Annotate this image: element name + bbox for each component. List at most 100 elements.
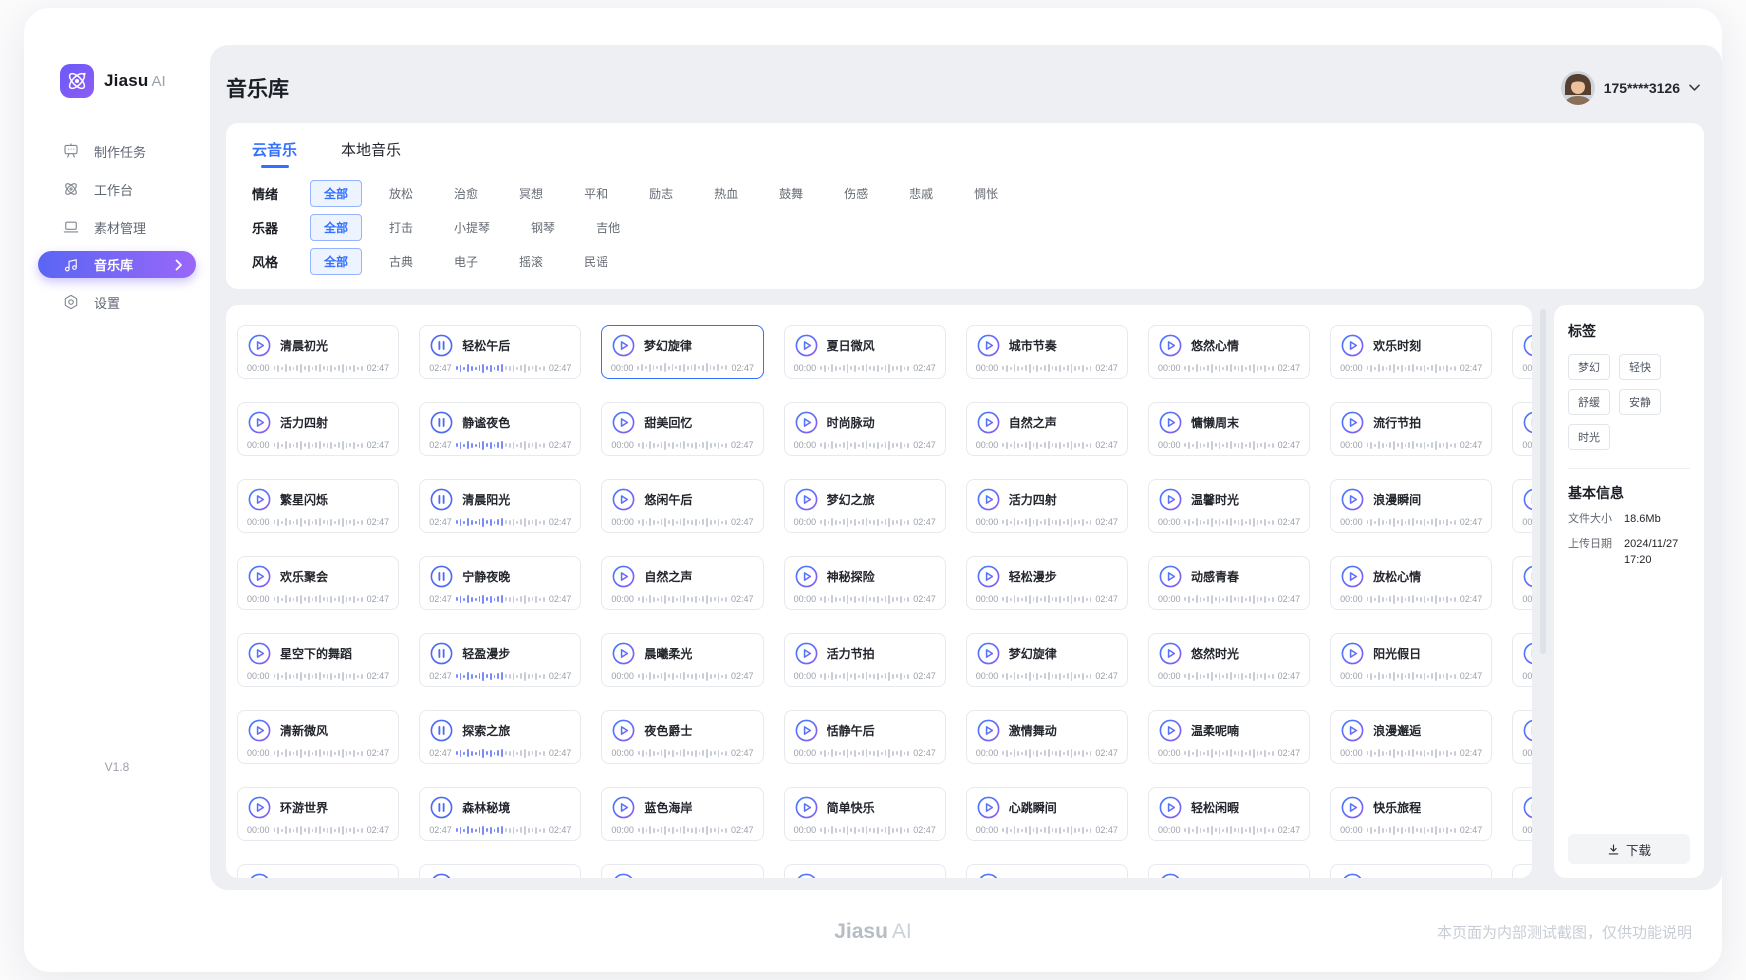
- music-card[interactable]: 森林秘境02:4702:47: [419, 787, 581, 841]
- waveform[interactable]: [637, 363, 727, 373]
- music-card[interactable]: 繁星闪烁00:0002:47: [1512, 633, 1532, 687]
- filter-option-热血[interactable]: 热血: [700, 180, 752, 207]
- waveform[interactable]: [1184, 363, 1273, 373]
- music-card[interactable]: 快乐旅程00:0002:47: [1330, 787, 1492, 841]
- waveform[interactable]: [638, 671, 727, 681]
- music-card[interactable]: 动感青春00:0002:47: [1148, 556, 1310, 610]
- waveform[interactable]: [456, 594, 545, 604]
- waveform[interactable]: [1184, 671, 1273, 681]
- play-button-icon[interactable]: [247, 641, 272, 666]
- waveform[interactable]: [1367, 363, 1456, 373]
- play-button-icon[interactable]: [1158, 641, 1183, 666]
- filter-option-悲戚[interactable]: 悲戚: [895, 180, 947, 207]
- waveform[interactable]: [1367, 825, 1456, 835]
- music-card[interactable]: 欢乐时刻00:0002:47: [1330, 864, 1492, 878]
- sidebar-item-设置[interactable]: 设置: [38, 283, 196, 321]
- waveform[interactable]: [456, 825, 545, 835]
- music-card[interactable]: 轻松漫步00:0002:47: [966, 556, 1128, 610]
- filter-option-钢琴[interactable]: 钢琴: [517, 214, 569, 241]
- play-button-icon[interactable]: [1158, 795, 1183, 820]
- waveform[interactable]: [820, 517, 909, 527]
- music-card[interactable]: 夏日微风00:0002:47: [784, 325, 946, 379]
- music-card[interactable]: 温柔呢喃00:0002:47: [1148, 710, 1310, 764]
- music-card[interactable]: 梦幻之旅00:0002:47: [784, 479, 946, 533]
- waveform[interactable]: [1002, 594, 1091, 604]
- waveform[interactable]: [274, 825, 363, 835]
- play-button-icon[interactable]: [1158, 718, 1183, 743]
- music-card[interactable]: 城市节奏00:0002:47: [966, 864, 1128, 878]
- play-button-icon[interactable]: [1340, 487, 1365, 512]
- pause-button-icon[interactable]: [429, 641, 454, 666]
- play-button-icon[interactable]: [247, 564, 272, 589]
- music-card[interactable]: 活力节拍00:0002:47: [784, 633, 946, 687]
- waveform[interactable]: [274, 748, 363, 758]
- music-card[interactable]: 恬静午后00:0002:47: [784, 710, 946, 764]
- play-button-icon[interactable]: [976, 718, 1001, 743]
- music-card[interactable]: 都市脉搏00:0002:47: [1512, 710, 1532, 764]
- waveform[interactable]: [820, 748, 909, 758]
- music-card[interactable]: 梦幻旋律00:0002:47: [966, 633, 1128, 687]
- music-card[interactable]: 悠闲午后00:0002:47: [601, 479, 763, 533]
- waveform[interactable]: [638, 748, 727, 758]
- play-button-icon[interactable]: [247, 718, 272, 743]
- play-button-icon[interactable]: [611, 872, 636, 878]
- filter-option-平和[interactable]: 平和: [570, 180, 622, 207]
- user-avatar[interactable]: [1561, 71, 1595, 105]
- play-button-icon[interactable]: [247, 487, 272, 512]
- music-card[interactable]: 晨曦柔光00:0002:47: [601, 633, 763, 687]
- waveform[interactable]: [1002, 517, 1091, 527]
- music-card[interactable]: 静谧夜色02:4702:47: [419, 402, 581, 456]
- waveform[interactable]: [820, 671, 909, 681]
- filter-option-电子[interactable]: 电子: [440, 248, 492, 275]
- music-card[interactable]: 宁静夜晚02:4702:47: [419, 556, 581, 610]
- filter-option-惆怅[interactable]: 惆怅: [960, 180, 1012, 207]
- play-button-icon[interactable]: [247, 333, 272, 358]
- play-button-icon[interactable]: [1158, 872, 1183, 878]
- pause-button-icon[interactable]: [429, 410, 454, 435]
- waveform[interactable]: [820, 363, 909, 373]
- pause-button-icon[interactable]: [429, 872, 454, 878]
- music-card[interactable]: 漫步云端00:0002:47: [1512, 402, 1532, 456]
- tab-local-music[interactable]: 本地音乐: [341, 139, 401, 173]
- music-card[interactable]: 时尚脉动00:0002:47: [784, 402, 946, 456]
- music-card[interactable]: 活力四射00:0002:47: [966, 479, 1128, 533]
- waveform[interactable]: [820, 594, 909, 604]
- play-button-icon[interactable]: [247, 795, 272, 820]
- music-card[interactable]: 夏日微风00:0002:47: [784, 864, 946, 878]
- music-card[interactable]: 自然之声00:0002:47: [601, 556, 763, 610]
- waveform[interactable]: [456, 363, 545, 373]
- music-card[interactable]: 阳光假日00:0002:47: [1330, 633, 1492, 687]
- play-button-icon[interactable]: [794, 718, 819, 743]
- tab-cloud-music[interactable]: 云音乐: [252, 139, 297, 173]
- waveform[interactable]: [1367, 671, 1456, 681]
- music-card[interactable]: 心跳瞬间00:0002:47: [966, 787, 1128, 841]
- music-card[interactable]: 探索之旅02:4702:47: [419, 710, 581, 764]
- music-card[interactable]: 蓝色海岸00:0002:47: [601, 787, 763, 841]
- waveform[interactable]: [1367, 517, 1456, 527]
- music-card[interactable]: 慵懒周末00:0002:47: [1148, 402, 1310, 456]
- waveform[interactable]: [1184, 594, 1273, 604]
- filter-option-放松[interactable]: 放松: [375, 180, 427, 207]
- play-button-icon[interactable]: [1158, 333, 1183, 358]
- music-card[interactable]: 悠然心情00:0002:47: [1148, 325, 1310, 379]
- waveform[interactable]: [820, 825, 909, 835]
- music-card[interactable]: 梦幻旋律00:0002:47: [601, 864, 763, 878]
- scrollbar-thumb[interactable]: [1540, 309, 1546, 654]
- sidebar-item-制作任务[interactable]: 制作任务: [38, 132, 196, 170]
- filter-option-打击[interactable]: 打击: [375, 214, 427, 241]
- play-button-icon[interactable]: [247, 410, 272, 435]
- waveform[interactable]: [456, 440, 545, 450]
- pause-button-icon[interactable]: [429, 564, 454, 589]
- music-card[interactable]: 轻盈漫步02:4702:47: [419, 633, 581, 687]
- music-card[interactable]: 浪漫瞬间00:0002:47: [1330, 479, 1492, 533]
- music-card[interactable]: 温馨时刻00:0002:47: [1512, 787, 1532, 841]
- waveform[interactable]: [274, 517, 363, 527]
- play-button-icon[interactable]: [1158, 487, 1183, 512]
- filter-option-吉他[interactable]: 吉他: [582, 214, 634, 241]
- play-button-icon[interactable]: [1340, 872, 1365, 878]
- music-card[interactable]: 环游世界00:0002:47: [237, 787, 399, 841]
- music-card[interactable]: 简单快乐00:0002:47: [784, 787, 946, 841]
- waveform[interactable]: [1002, 440, 1091, 450]
- waveform[interactable]: [638, 825, 727, 835]
- play-button-icon[interactable]: [794, 410, 819, 435]
